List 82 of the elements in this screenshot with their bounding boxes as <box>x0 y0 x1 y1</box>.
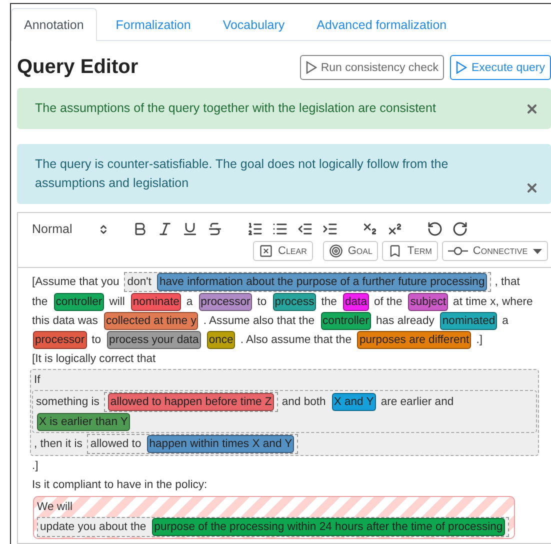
editor-text: are earlier and <box>380 396 454 408</box>
goal-button[interactable]: Goal <box>322 241 378 261</box>
alert-text: The assumptions of the query together with the legislation are consistent <box>35 100 437 117</box>
italic-icon[interactable] <box>157 221 173 237</box>
term-button[interactable]: Term <box>382 241 438 261</box>
editor-text: will <box>109 296 125 308</box>
term-tag[interactable]: allowed to happen before time Z <box>108 393 274 411</box>
target-icon <box>328 244 343 258</box>
editor-text: at time x, where <box>453 296 533 308</box>
editor-text: , then it is <box>34 438 82 450</box>
editor-text: to <box>257 296 267 308</box>
editor-text: something is <box>36 396 100 408</box>
editor-text: allowed to <box>90 438 142 450</box>
bookmark-icon <box>388 244 402 258</box>
editor-text: and both <box>282 396 326 408</box>
clear-button[interactable]: Clear <box>253 241 313 261</box>
connective-button[interactable]: Connective <box>442 241 548 261</box>
close-icon[interactable] <box>525 102 539 116</box>
editor-text: the <box>32 296 48 308</box>
editor-text: don't <box>127 276 152 288</box>
editor-text: . Also assume that the <box>240 334 352 346</box>
connective-icon <box>448 246 468 256</box>
bullet-list-icon[interactable] <box>272 221 288 237</box>
term-tag[interactable]: happen within times X and Y <box>147 435 294 453</box>
term-tag[interactable]: nominate <box>130 293 182 311</box>
term-tag[interactable]: nominated <box>440 312 498 330</box>
updown-icon <box>98 224 109 234</box>
run-button[interactable]: Run consistency check <box>300 55 444 80</box>
clear-icon <box>259 244 273 258</box>
term-tag[interactable]: data <box>342 293 369 311</box>
term-tag[interactable]: purposes are different <box>357 331 472 349</box>
editor-text: , that <box>494 276 520 288</box>
editor-text: Is it compliant to have in the policy: <box>32 479 208 491</box>
term-tag[interactable]: X is earlier than Y <box>37 413 130 431</box>
term-tag[interactable]: controller <box>320 312 371 330</box>
term-tag[interactable]: have information about the purpose of a further future processing <box>157 273 487 291</box>
editor-text: this data was <box>32 315 98 327</box>
editor-text: If <box>34 374 40 386</box>
term-tag[interactable]: process <box>272 293 316 311</box>
editor-text: of the <box>374 296 402 308</box>
page-title: Query Editor <box>17 56 138 79</box>
undo-icon[interactable] <box>427 221 443 237</box>
editor-text: .] <box>32 460 38 472</box>
execute-button[interactable]: Execute query <box>450 55 551 80</box>
term-tag[interactable]: processor <box>198 293 252 311</box>
caret-icon <box>532 248 542 254</box>
editor-text: [It is logically correct that <box>32 353 156 365</box>
play-icon <box>456 61 468 74</box>
tab[interactable]: Formalization <box>102 8 204 41</box>
editor-text: to <box>92 334 102 346</box>
underline-icon[interactable] <box>182 221 198 237</box>
indent-icon[interactable] <box>322 221 338 237</box>
outdent-icon[interactable] <box>297 221 313 237</box>
editor-text: [Assume that you <box>32 276 120 288</box>
redo-icon[interactable] <box>452 221 468 237</box>
editor-text: a <box>502 315 508 327</box>
tab[interactable]: Advanced formalization <box>304 8 460 41</box>
term-tag[interactable]: subject <box>408 293 448 311</box>
term-tag[interactable]: collected at time y <box>104 312 198 330</box>
alert-text: The query is counter-satisfiable. The goal does not logically follow from the assumptions and legislation <box>35 156 450 192</box>
editor-text: We will <box>37 501 73 513</box>
subscript-icon[interactable] <box>362 221 378 237</box>
play-icon <box>306 61 317 74</box>
strikethrough-icon[interactable] <box>207 221 223 237</box>
term-tag[interactable]: process your data <box>107 331 201 349</box>
tab[interactable]: Annotation <box>11 8 97 41</box>
close-icon[interactable] <box>525 181 539 195</box>
tab[interactable]: Vocabulary <box>210 8 298 41</box>
editor-text: .] <box>476 334 482 346</box>
editor-text: the <box>321 296 337 308</box>
editor-text: a <box>186 296 193 308</box>
term-tag[interactable]: purpose of the processing within 24 hours after the time of processing <box>152 518 505 536</box>
term-tag[interactable]: controller <box>54 293 104 311</box>
term-tag[interactable]: once <box>206 331 236 349</box>
editor-text: has already <box>376 315 434 327</box>
editor-text: . Assume also that the <box>203 315 315 327</box>
format-select[interactable]: Normal <box>32 222 109 236</box>
superscript-icon[interactable] <box>387 221 403 237</box>
term-tag[interactable]: processor <box>33 331 87 349</box>
term-tag[interactable]: X and Y <box>332 393 376 411</box>
numbered-list-icon[interactable] <box>247 221 263 237</box>
editor-text: update you about the <box>40 521 146 533</box>
